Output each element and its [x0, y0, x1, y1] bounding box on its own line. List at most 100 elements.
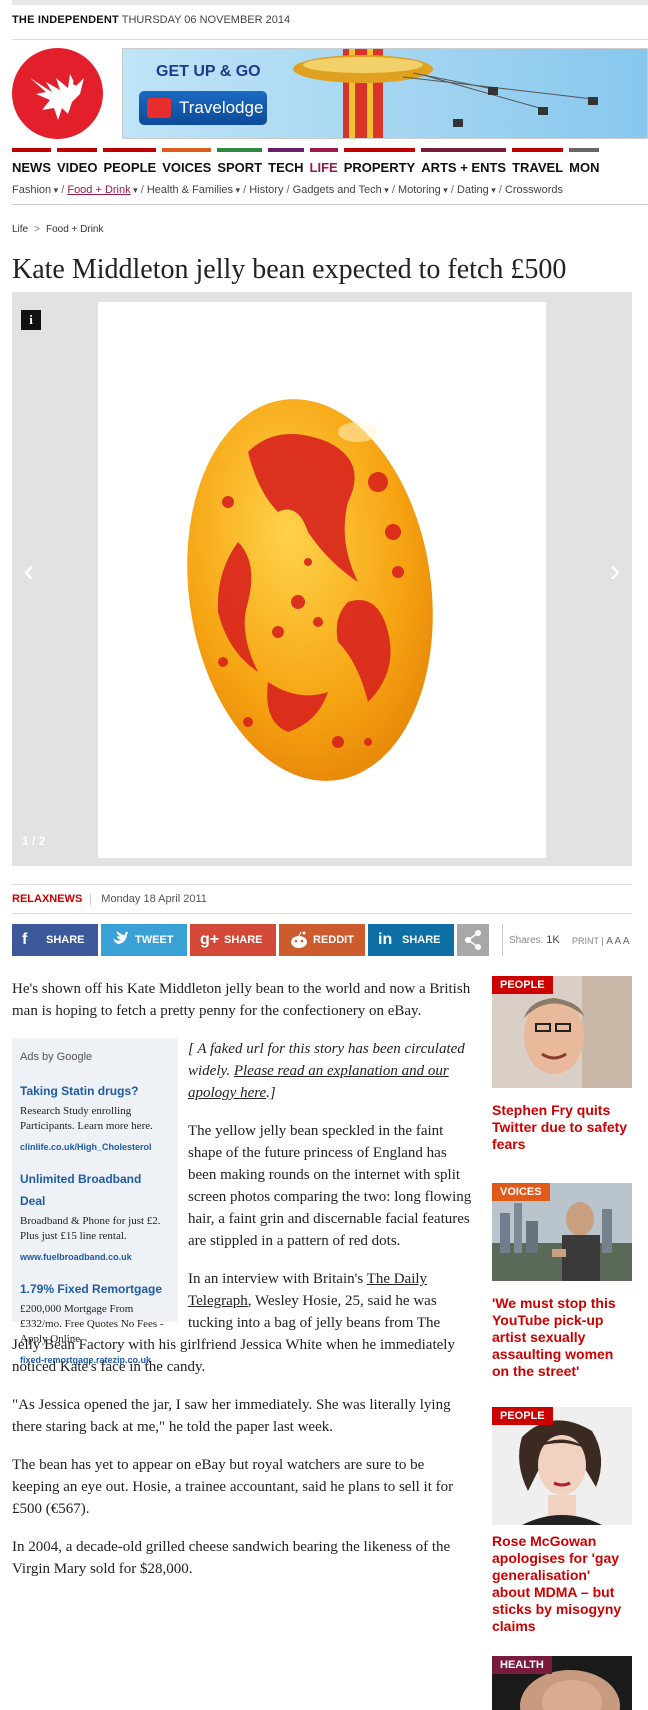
- facebook-share-button[interactable]: f SHARE: [12, 924, 98, 956]
- article-paragraph-4: "As Jessica opened the jar, I saw her im…: [12, 1397, 451, 1435]
- eagle-icon: [30, 74, 84, 120]
- gallery-prev-arrow[interactable]: ‹: [20, 552, 38, 588]
- twitter-share-label: TWEET: [135, 934, 174, 946]
- nav-item-tech[interactable]: TECH: [268, 148, 304, 175]
- google-ads-box: Ads by Google Taking Statin drugs? Resea…: [12, 1038, 178, 1365]
- google-ad-item[interactable]: Taking Statin drugs? Research Study enro…: [20, 1080, 170, 1158]
- sidebar-promo[interactable]: PEOPLE Rose McGowan apologises for 'gay …: [492, 1407, 632, 1637]
- print-link[interactable]: PRINT: [572, 936, 599, 946]
- google-ad-url[interactable]: www.fuelbroadband.co.uk: [20, 1246, 170, 1268]
- twitter-icon: [111, 924, 129, 968]
- promo-tag[interactable]: VOICES: [492, 1183, 550, 1201]
- travelodge-logo-icon: [147, 98, 171, 118]
- share-bar: f SHARE TWEET g+ SHARE REDDIT in SHARE S…: [12, 924, 632, 958]
- subnav-separator: /: [240, 184, 250, 196]
- google-ad-url[interactable]: clinlife.co.uk/High_Cholesterol: [20, 1136, 170, 1158]
- info-icon[interactable]: i: [21, 310, 41, 330]
- nav-item-mon[interactable]: MON: [569, 148, 600, 175]
- promo-tag[interactable]: PEOPLE: [492, 1407, 553, 1425]
- subnav-separator: /: [447, 184, 457, 196]
- paragraph-3-start: In an interview with Britain's: [188, 1271, 367, 1287]
- breadcrumb: Life > Food + Drink: [12, 224, 104, 235]
- linkedin-share-label: SHARE: [402, 934, 441, 946]
- reddit-share-label: REDDIT: [313, 934, 354, 946]
- masthead-date: THURSDAY 06 NOVEMBER 2014: [121, 14, 291, 26]
- main-nav: NEWS VIDEO PEOPLE VOICES SPORT TECH LIFE PROPER…: [12, 148, 648, 178]
- chevron-down-icon[interactable]: ▾: [131, 185, 138, 195]
- google-ad-body: Research Study enrolling Participants. L…: [20, 1105, 153, 1132]
- fairground-ride-illustration: [293, 49, 598, 138]
- share-count: Shares: 1K: [502, 924, 560, 956]
- article-headline: Kate Middleton jelly bean expected to fe…: [12, 254, 567, 285]
- ads-by-google-label[interactable]: Ads by Google: [20, 1046, 170, 1068]
- nav-item-news[interactable]: NEWS: [12, 148, 51, 175]
- shares-label: Shares:: [509, 935, 544, 946]
- travelodge-label: Travelodge: [179, 98, 264, 117]
- sidebar-promo[interactable]: HEALTH: [492, 1656, 632, 1710]
- subnav-item-motoring[interactable]: Motoring: [398, 184, 441, 196]
- subnav-item-history[interactable]: History: [249, 184, 283, 196]
- reddit-icon: [289, 924, 309, 968]
- twitter-share-button[interactable]: TWEET: [101, 924, 187, 956]
- chevron-down-icon[interactable]: ▾: [382, 185, 389, 195]
- promo-title[interactable]: Stephen Fry quits Twitter due to safety …: [492, 1102, 632, 1153]
- ad-headline: GET UP & GO: [156, 63, 261, 80]
- gallery-counter: 1 / 2: [22, 834, 46, 848]
- print-tools: PRINT | A A A: [572, 936, 630, 947]
- sidebar-promo[interactable]: PEOPLE Stephen Fry quits Twitter due to …: [492, 976, 632, 1176]
- subnav-separator: /: [137, 184, 147, 196]
- google-ad-title[interactable]: Taking Statin drugs?: [20, 1080, 170, 1102]
- googleplus-share-label: SHARE: [224, 934, 263, 946]
- breadcrumb-food-drink[interactable]: Food + Drink: [46, 224, 104, 235]
- chevron-down-icon[interactable]: ▾: [233, 185, 241, 195]
- chevron-down-icon[interactable]: ▾: [489, 185, 496, 195]
- nav-item-sport[interactable]: SPORT: [217, 148, 263, 175]
- promo-tag[interactable]: PEOPLE: [492, 976, 553, 994]
- correction-note-end: .]: [266, 1085, 276, 1101]
- nav-item-travel[interactable]: TRAVEL: [512, 148, 564, 175]
- article-paragraph-1: He's shown off his Kate Middleton jelly …: [12, 981, 471, 1019]
- travelodge-button[interactable]: Travelodge: [139, 91, 267, 125]
- nav-item-people[interactable]: PEOPLE: [103, 148, 157, 175]
- promo-title[interactable]: Rose McGowan apologises for 'gay general…: [492, 1533, 632, 1635]
- google-ad-item[interactable]: Unlimited Broadband Deal Broadband & Pho…: [20, 1168, 170, 1268]
- nav-item-arts-ents[interactable]: ARTS + ENTS: [421, 148, 507, 175]
- breadcrumb-life[interactable]: Life: [12, 224, 28, 235]
- nav-item-video[interactable]: VIDEO: [57, 148, 98, 175]
- linkedin-icon: in: [378, 931, 393, 948]
- article-byline: RELAXNEWS Monday 18 April 2011: [12, 884, 632, 914]
- google-ad-body: Broadband & Phone for just £2. Plus just…: [20, 1215, 161, 1242]
- linkedin-share-button[interactable]: in SHARE: [368, 924, 454, 956]
- travelodge-ad-banner[interactable]: GET UP & GO Travelodge: [122, 48, 648, 139]
- independent-eagle-logo[interactable]: [12, 48, 103, 139]
- nav-item-life[interactable]: LIFE: [309, 148, 338, 175]
- byline-date: Monday 18 April 2011: [90, 893, 207, 905]
- subnav-separator: /: [388, 184, 398, 196]
- image-gallery: i ‹ › 1 / 2: [12, 292, 632, 866]
- subnav-item-food-drink[interactable]: Food + Drink: [67, 184, 130, 196]
- subnav-item-gadgets-and-tech[interactable]: Gadgets and Tech: [293, 184, 382, 196]
- subnav-item-crosswords[interactable]: Crosswords: [505, 184, 563, 196]
- googleplus-share-button[interactable]: g+ SHARE: [190, 924, 276, 956]
- promo-title[interactable]: 'We must stop this YouTube pick-up artis…: [492, 1295, 632, 1380]
- subnav-item-dating[interactable]: Dating: [457, 184, 489, 196]
- promo-tag[interactable]: HEALTH: [492, 1656, 552, 1674]
- article-body: He's shown off his Kate Middleton jelly …: [12, 978, 472, 1596]
- google-ad-title[interactable]: 1.79% Fixed Remortgage: [20, 1278, 170, 1300]
- reddit-share-button[interactable]: REDDIT: [279, 924, 365, 956]
- masthead-name[interactable]: THE INDEPENDENT: [12, 14, 119, 26]
- share-more-button[interactable]: [457, 924, 489, 956]
- chevron-down-icon[interactable]: ▾: [441, 185, 448, 195]
- byline-source[interactable]: RELAXNEWS: [12, 893, 82, 905]
- article-paragraph-6: In 2004, a decade-old grilled cheese san…: [12, 1539, 451, 1577]
- nav-item-property[interactable]: PROPERTY: [343, 148, 416, 175]
- nav-item-voices[interactable]: VOICES: [162, 148, 212, 175]
- google-ad-title[interactable]: Unlimited Broadband Deal: [20, 1168, 170, 1212]
- gallery-next-arrow[interactable]: ›: [606, 552, 624, 588]
- text-size-toggle[interactable]: A A A: [606, 936, 629, 947]
- sidebar-promo[interactable]: VOICES 'We must stop this YouTube pick-u…: [492, 1183, 632, 1383]
- jelly-bean-image: [98, 302, 546, 858]
- sub-nav: Fashion ▾ / Food + Drink ▾ / Health & Fa…: [12, 181, 648, 205]
- subnav-item-fashion[interactable]: Fashion: [12, 184, 51, 196]
- subnav-item-health-families[interactable]: Health & Families: [147, 184, 233, 196]
